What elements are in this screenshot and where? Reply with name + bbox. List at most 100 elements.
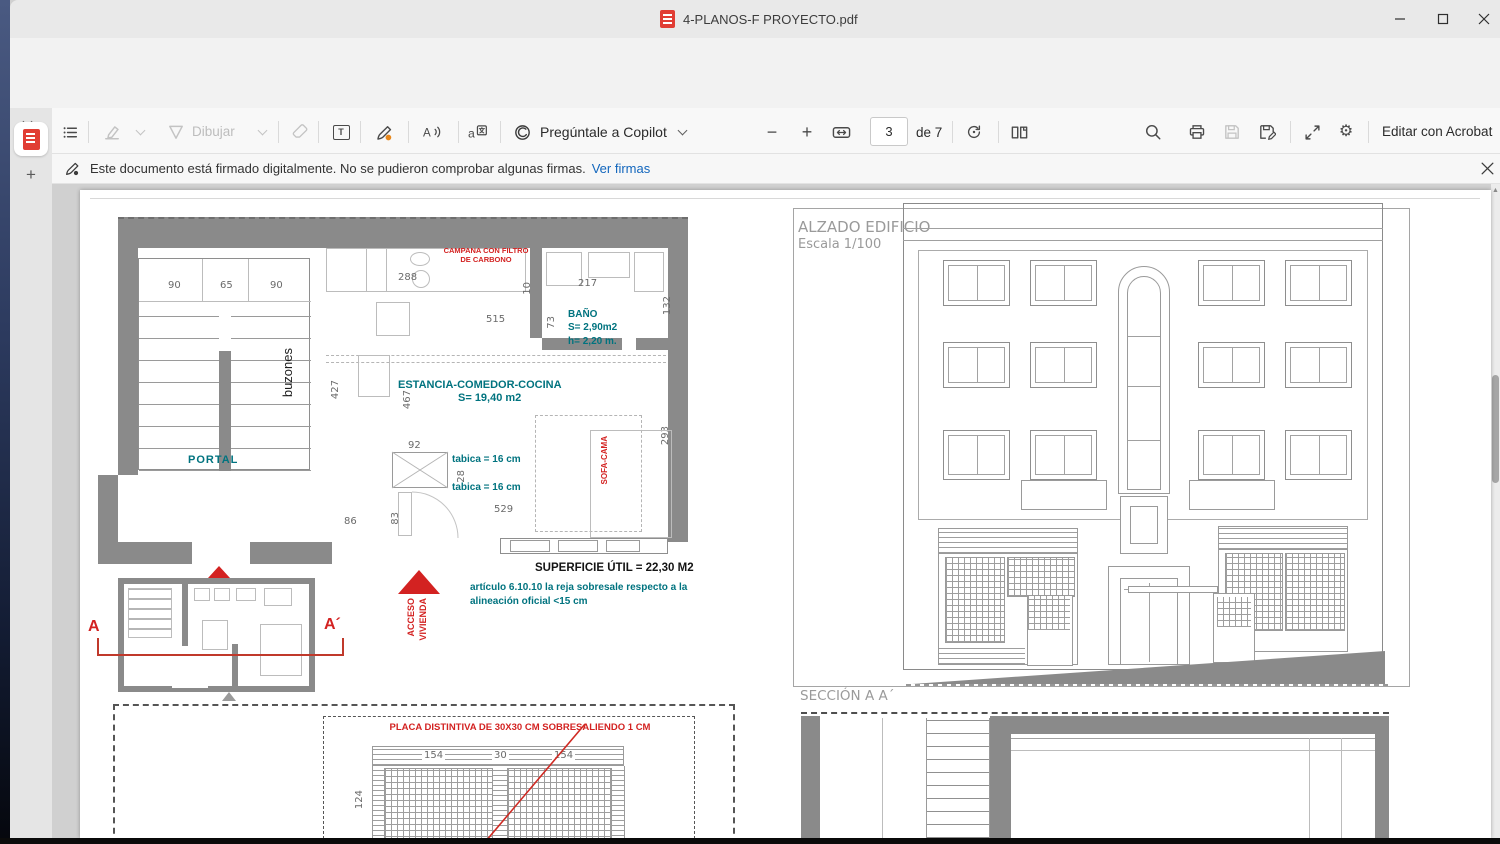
page-total-label: de 7 [916, 125, 942, 140]
dim-154a: 154 [422, 750, 445, 761]
title-bar: 4-PLANOS-F PROYECTO.pdf [10, 0, 1500, 38]
pdf-page: 90 65 90 buzones PORTAL CAMPANA CON FILT… [80, 190, 1491, 838]
placa-label: PLACA DISTINTIVA DE 30X30 CM SOBRESALIEN… [330, 722, 710, 733]
favorites-bar: Importar favoritos Pestañas de 17/07/...… [10, 78, 1500, 108]
awning [1128, 586, 1218, 593]
dim-288: 288 [398, 272, 417, 283]
signature-pen-icon[interactable] [374, 122, 394, 142]
dim-467: 467 [402, 390, 413, 409]
pdf-file-icon [660, 10, 675, 28]
draw-pen-icon[interactable] [166, 122, 186, 142]
scrollbar-up-icon[interactable]: ▲ [1492, 187, 1499, 194]
desktop-background [0, 0, 10, 844]
highlighter-chevron-icon[interactable] [130, 122, 150, 142]
portal-label: PORTAL [188, 454, 238, 466]
section-marker-a-prime: A´ [324, 616, 341, 634]
acceso-vivienda-label-1: ACCESO [406, 598, 416, 637]
scrollbar-thumb[interactable] [1492, 375, 1499, 483]
dim-427: 427 [330, 380, 341, 399]
dim-90a: 90 [168, 280, 181, 291]
section-marker-a: A [88, 618, 100, 636]
dim-154b: 154 [552, 750, 575, 761]
articulo-line-1: artículo 6.10.10 la reja sobresale respe… [470, 582, 687, 593]
estancia-area-label: S= 19,40 m2 [458, 392, 521, 404]
section-title: SECCIÓN A A´ [800, 688, 894, 704]
svg-text:A: A [423, 127, 431, 140]
sofa-cama-label: SOFA-CAMA [600, 436, 609, 484]
signature-notice-icon [64, 160, 81, 177]
notice-message: Este documento está firmado digitalmente… [90, 161, 586, 176]
new-tab-button[interactable]: + [21, 164, 41, 186]
signature-notice-text: Este documento está firmado digitalmente… [90, 161, 650, 176]
dim-86: 86 [344, 516, 357, 527]
buzones-label: buzones [280, 348, 295, 397]
pdf-tab-icon [23, 129, 40, 150]
dim-73: 73 [546, 316, 557, 329]
close-notice-icon[interactable] [1480, 161, 1495, 176]
page-view-icon[interactable] [1009, 122, 1029, 142]
dim-529: 529 [494, 504, 513, 515]
fit-width-icon[interactable] [831, 122, 851, 142]
draw-chevron-icon[interactable] [252, 122, 272, 142]
dim-92: 92 [408, 440, 421, 451]
maximize-button[interactable] [1422, 0, 1464, 38]
save-as-icon[interactable] [1257, 122, 1277, 142]
view-signatures-link[interactable]: Ver firmas [592, 161, 651, 176]
signature-notice-bar: Este documento está firmado digitalmente… [52, 154, 1500, 184]
search-document-icon[interactable] [1143, 122, 1163, 142]
bath-height-label: h= 2,20 m. [568, 336, 617, 347]
translate-icon[interactable]: a [468, 122, 488, 142]
bath-label: BAÑOS= 2,90m2 [568, 308, 617, 334]
save-icon[interactable] [1222, 122, 1242, 142]
tabica-2: tabica = 16 cm [452, 482, 521, 493]
fullscreen-icon[interactable] [1302, 122, 1322, 142]
svg-text:a: a [468, 127, 475, 141]
minimize-button[interactable] [1379, 0, 1421, 38]
table-of-contents-icon[interactable] [60, 122, 80, 142]
dim-10: 10 [522, 282, 533, 295]
dim-217: 217 [578, 278, 597, 289]
dim-30: 30 [492, 750, 509, 761]
dim-515: 515 [486, 314, 505, 325]
add-text-icon[interactable]: T [331, 122, 351, 142]
dim-90b: 90 [270, 280, 283, 291]
rotate-icon[interactable] [964, 122, 984, 142]
acceso-vivienda-label-2: VIVIENDA [418, 598, 428, 641]
edit-acrobat-button[interactable]: Editar con Acrobat [1382, 124, 1492, 139]
copilot-chevron-icon[interactable] [672, 122, 692, 142]
superficie-label: SUPERFICIE ÚTIL = 22,30 M2 [535, 562, 785, 574]
zoom-in-button[interactable]: + [797, 122, 817, 142]
dim-65: 65 [220, 280, 233, 291]
close-window-button[interactable] [1465, 0, 1500, 38]
campana-label: CAMPANA CON FILTRODE CARBONO [438, 246, 534, 264]
scrollbar-track[interactable] [1491, 184, 1500, 838]
dim-28: 28 [456, 470, 467, 483]
estancia-label: ESTANCIA-COMEDOR-COCINA [398, 379, 562, 391]
print-icon[interactable] [1187, 122, 1207, 142]
screen: 4-PLANOS-F PROYECTO.pdf ⌂ i Archivo C:/U… [0, 0, 1500, 844]
dim-83: 83 [390, 512, 401, 525]
settings-gear-icon[interactable]: ⚙ [1336, 122, 1356, 142]
window-title-group: 4-PLANOS-F PROYECTO.pdf [660, 9, 858, 29]
copilot-ask-icon[interactable] [512, 122, 532, 142]
storefront-left [938, 528, 1078, 665]
dim-132: 132 [662, 296, 673, 315]
copilot-ask-label[interactable]: Pregúntale a Copilot [540, 124, 667, 140]
acceso-vivienda-arrow [398, 570, 440, 594]
highlighter-icon[interactable] [102, 122, 122, 142]
eraser-icon[interactable] [290, 122, 310, 142]
elevation-scale: Escala 1/100 [798, 237, 881, 252]
section-cut-line [97, 654, 344, 656]
read-aloud-icon[interactable]: A [422, 122, 442, 142]
zoom-out-button[interactable]: − [762, 122, 782, 142]
tabica-1: tabica = 16 cm [452, 454, 521, 465]
navigation-bar: ⌂ i Archivo C:/Users/antonio3/Desktop/AÑ… [10, 38, 1500, 78]
active-pdf-tab[interactable] [14, 122, 48, 156]
window-title: 4-PLANOS-F PROYECTO.pdf [683, 12, 858, 27]
taskbar-edge [0, 838, 1500, 844]
articulo-line-2: alineación oficial <15 cm [470, 596, 588, 607]
draw-label[interactable]: Dibujar [192, 124, 235, 139]
vertical-tab-strip: + [10, 108, 52, 838]
page-number-input[interactable]: 3 [870, 117, 908, 146]
dim-124: 124 [354, 790, 365, 809]
